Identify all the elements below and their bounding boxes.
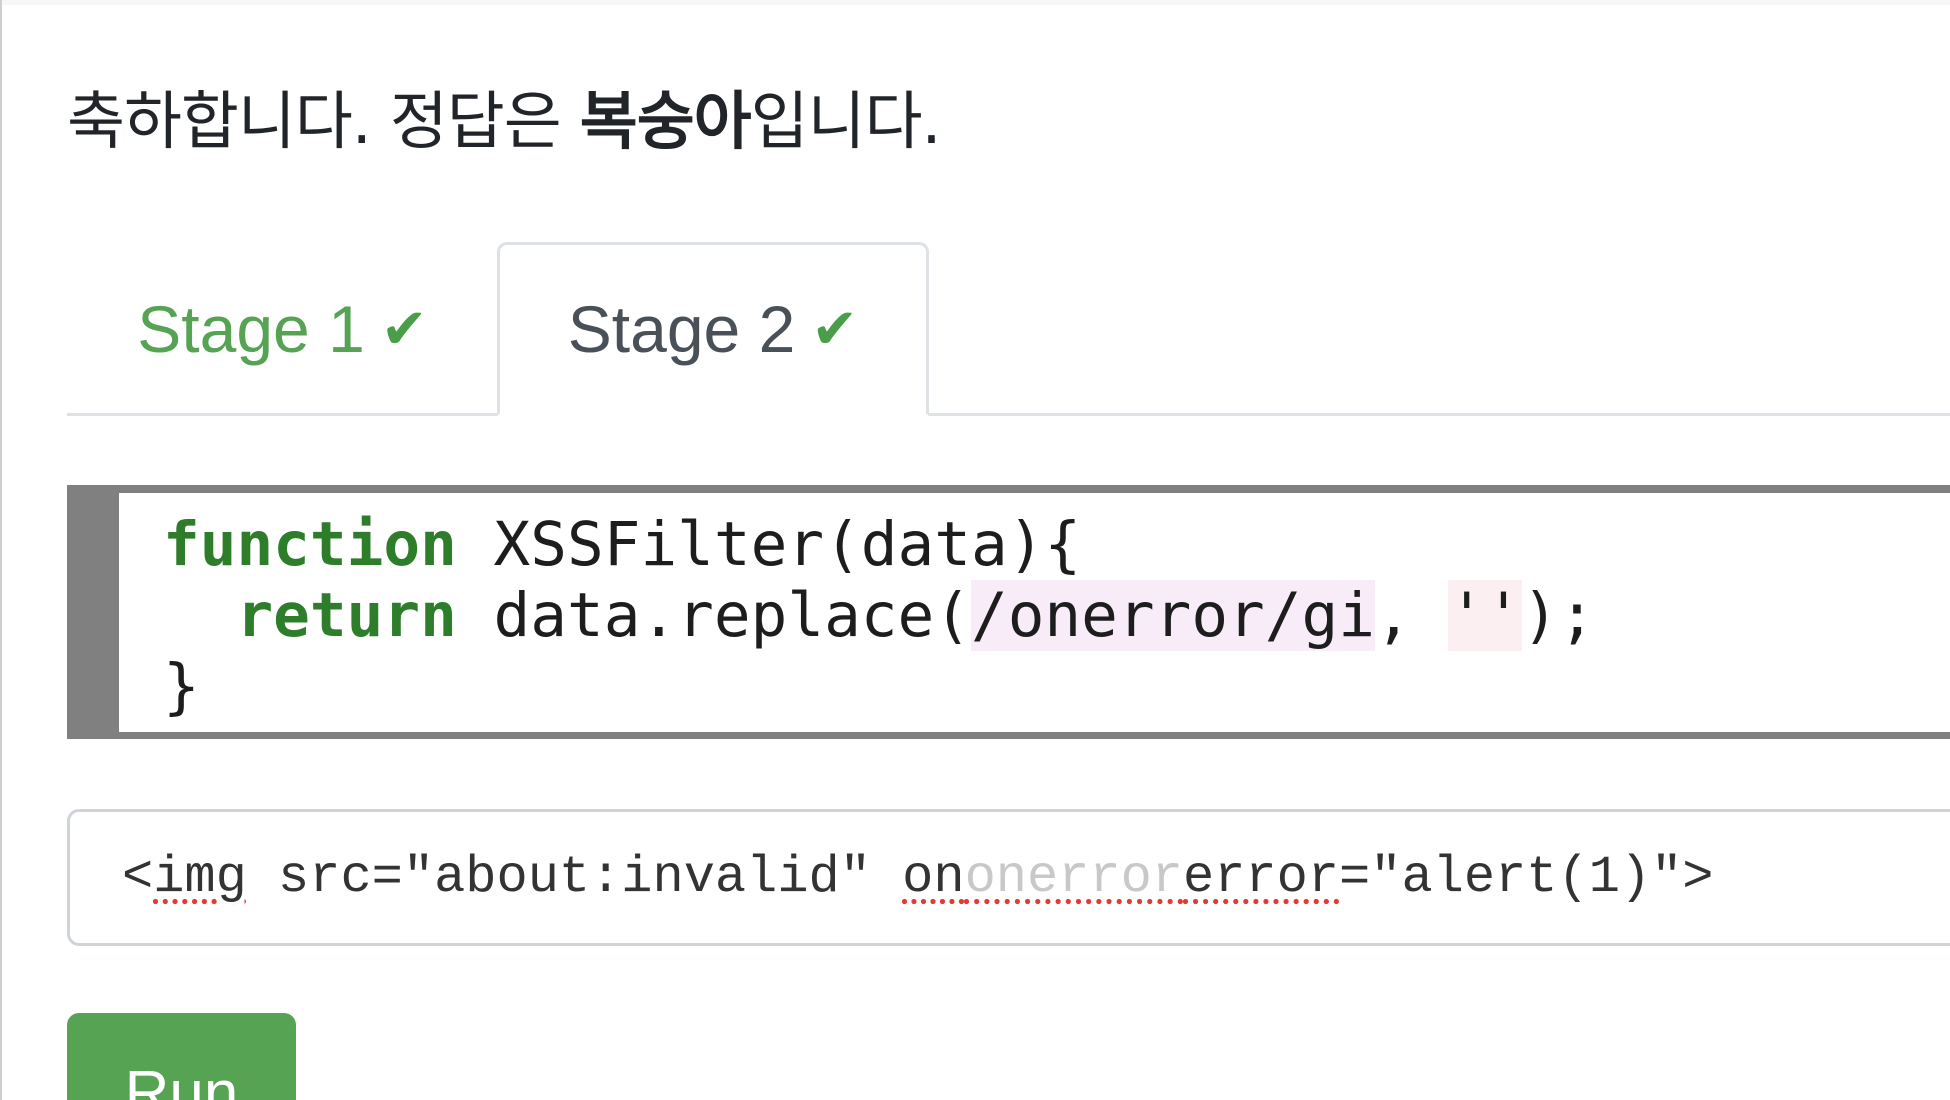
check-icon: ✔	[380, 297, 428, 360]
check-icon: ✔	[811, 297, 859, 360]
tab-stage-2[interactable]: Stage 2 ✔	[497, 242, 929, 416]
run-button[interactable]: Run	[67, 1013, 296, 1100]
tab-stage-1-label: Stage 1	[137, 292, 365, 366]
code-keyword-return: return	[236, 580, 457, 651]
code-line2-b: ,	[1374, 580, 1449, 651]
payload-input[interactable]	[67, 809, 1950, 946]
success-message: 축하합니다. 정답은 복숭아입니다.	[67, 82, 942, 162]
stage-tabs: Stage 1 ✔ Stage 2 ✔	[67, 242, 1950, 416]
top-strip	[0, 0, 1950, 5]
left-border	[0, 0, 2, 1100]
code-string: ''	[1448, 580, 1522, 651]
answer-text: 복숭아	[579, 85, 752, 158]
code-line1-rest: XSSFilter(data){	[456, 509, 1082, 580]
code-line3: }	[163, 651, 200, 722]
code-regex: /onerror/gi	[970, 580, 1375, 651]
code-keyword-function: function	[163, 509, 457, 580]
code-line2-indent	[163, 580, 236, 651]
code-content: function XSSFilter(data){ return data.re…	[119, 493, 1950, 732]
code-line2-a: data.replace(	[456, 580, 971, 651]
message-prefix: 축하합니다. 정답은	[67, 85, 580, 158]
code-line2-c: );	[1521, 580, 1596, 651]
tab-stage-2-label: Stage 2	[567, 292, 796, 366]
message-suffix: 입니다.	[750, 85, 942, 158]
filter-code-block: function XSSFilter(data){ return data.re…	[67, 485, 1950, 739]
tab-stage-1[interactable]: Stage 1 ✔	[67, 242, 498, 416]
